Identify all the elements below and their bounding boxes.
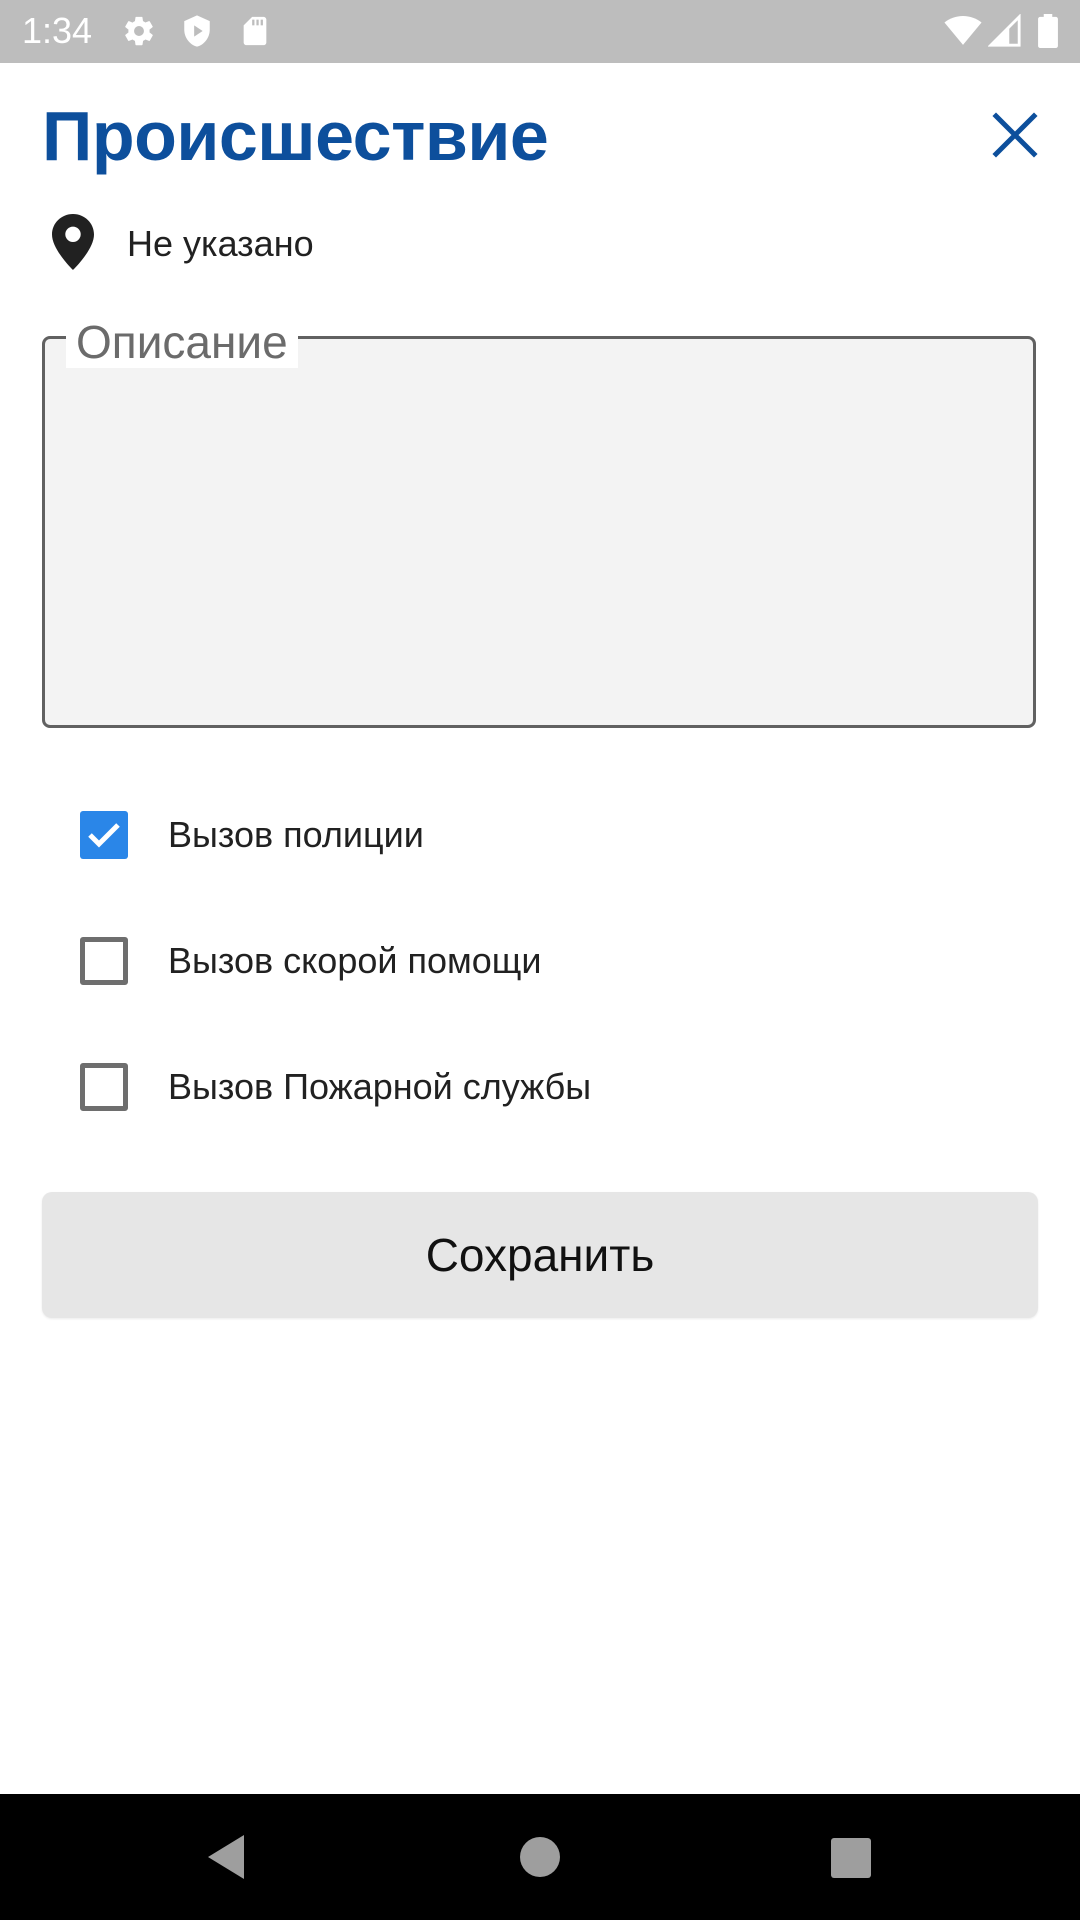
description-label: Описание [66,316,298,368]
close-button[interactable] [990,110,1040,160]
status-bar: 1:34 [0,0,1080,63]
checkbox-label: Вызов Пожарной службы [168,1066,592,1107]
status-time: 1:34 [22,10,93,51]
battery-icon [1036,14,1060,48]
shield-icon [180,14,214,48]
home-icon[interactable] [510,1827,570,1887]
description-field[interactable] [42,336,1036,728]
description-input[interactable] [45,339,1033,725]
location-text: Не указано [127,223,314,264]
recents-icon[interactable] [820,1827,880,1887]
checkbox-label: Вызов полиции [168,814,424,855]
checkbox-police[interactable]: Вызов полиции [80,805,980,865]
page-title: Происшествие [42,97,549,175]
save-button[interactable]: Сохранить [42,1192,1038,1318]
checkbox-label: Вызов скорой помощи [168,940,542,981]
location-row: Не указано [52,214,652,270]
sd-card-icon [238,14,272,48]
wifi-icon [944,14,982,48]
save-button-label: Сохранить [425,1229,655,1281]
back-icon[interactable] [196,1827,256,1887]
signal-icon [987,13,1022,48]
gear-icon [122,14,156,48]
navigation-bar [0,1794,1080,1920]
checkbox-unchecked-icon[interactable] [80,1063,128,1111]
checkbox-unchecked-icon[interactable] [80,937,128,985]
location-pin-icon [52,214,94,270]
checkbox-ambulance[interactable]: Вызов скорой помощи [80,931,980,991]
checkbox-fire-service[interactable]: Вызов Пожарной службы [80,1057,980,1117]
close-icon [992,112,1038,158]
checkbox-checked-icon[interactable] [80,811,128,859]
